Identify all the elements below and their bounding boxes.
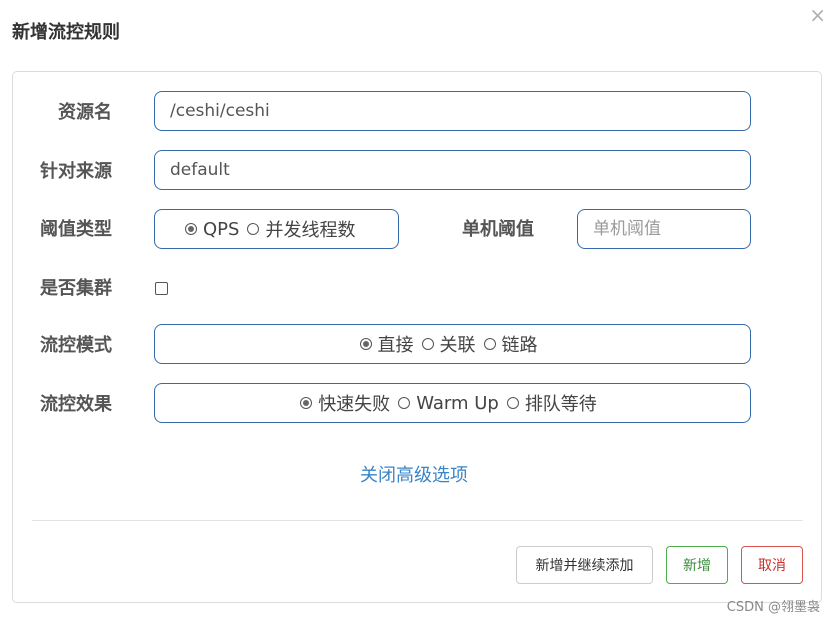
add-button[interactable]: 新增: [666, 546, 728, 584]
radio-label: 关联: [439, 335, 476, 356]
strategy-radio-chain[interactable]: 链路: [483, 331, 538, 357]
limit-app-label: 针对来源: [40, 161, 112, 182]
grade-radio-thread[interactable]: 并发线程数: [247, 216, 355, 242]
radio-unchecked-icon: [247, 223, 260, 235]
cluster-checkbox[interactable]: [155, 282, 168, 295]
radio-unchecked-icon: [483, 338, 496, 350]
radio-unchecked-icon: [506, 397, 519, 409]
radio-unchecked-icon: [398, 397, 411, 409]
add-and-continue-button[interactable]: 新增并继续添加: [516, 546, 653, 584]
behavior-radio-fail-fast[interactable]: 快速失败: [300, 390, 390, 416]
footer-divider: [32, 520, 803, 521]
radio-label: 直接: [377, 335, 414, 356]
radio-unchecked-icon: [421, 338, 434, 350]
resource-label: 资源名: [58, 102, 112, 123]
strategy-radio-group: 直接 关联 链路: [154, 324, 751, 364]
cluster-label: 是否集群: [40, 278, 112, 299]
count-label: 单机阈值: [462, 219, 534, 240]
behavior-radio-group: 快速失败 Warm Up 排队等待: [154, 383, 751, 423]
count-input[interactable]: [577, 209, 751, 249]
radio-checked-icon: [185, 223, 197, 235]
radio-label: Warm Up: [416, 392, 499, 414]
grade-radio-qps[interactable]: QPS: [185, 219, 239, 240]
radio-label: 并发线程数: [265, 220, 356, 241]
strategy-label: 流控模式: [40, 335, 112, 356]
behavior-label: 流控效果: [40, 394, 112, 415]
close-icon[interactable]: ×: [809, 4, 826, 26]
behavior-radio-warm-up[interactable]: Warm Up: [398, 393, 499, 414]
strategy-radio-direct[interactable]: 直接: [359, 331, 414, 357]
radio-label: QPS: [203, 218, 240, 240]
cancel-button[interactable]: 取消: [741, 546, 803, 584]
radio-checked-icon: [359, 338, 372, 350]
limit-app-input[interactable]: [154, 150, 751, 190]
radio-label: 链路: [501, 335, 538, 356]
radio-checked-icon: [300, 397, 313, 409]
radio-label: 排队等待: [524, 394, 597, 415]
grade-label: 阈值类型: [40, 219, 112, 240]
advanced-options-toggle-link[interactable]: 关闭高级选项: [360, 461, 468, 487]
strategy-radio-relate[interactable]: 关联: [421, 331, 476, 357]
dialog-title: 新增流控规则: [12, 22, 120, 43]
radio-label: 快速失败: [318, 394, 391, 415]
watermark: CSDN @翎墨袅: [726, 600, 820, 615]
resource-input[interactable]: [154, 91, 751, 131]
behavior-radio-queue[interactable]: 排队等待: [506, 390, 597, 416]
grade-radio-group: QPS 并发线程数: [154, 209, 399, 249]
